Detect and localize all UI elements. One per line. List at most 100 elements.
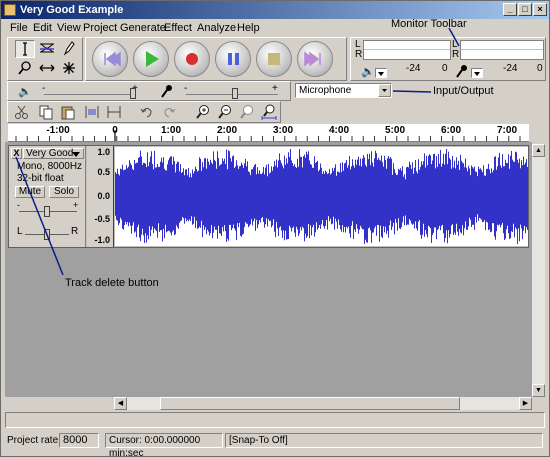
zoom-out-icon[interactable] bbox=[216, 103, 234, 121]
amplitude-ruler: 1.0 0.5 0.0 -0.5 -1.0 bbox=[87, 146, 114, 247]
chevron-down-icon[interactable] bbox=[378, 84, 391, 97]
solo-button[interactable]: Solo bbox=[49, 186, 79, 198]
horizontal-scroll-thumb[interactable] bbox=[160, 397, 460, 410]
skip-start-button[interactable] bbox=[92, 41, 128, 77]
silence-icon[interactable] bbox=[105, 103, 123, 121]
timeline-label: 7:00 bbox=[496, 125, 518, 136]
timeline-label: 4:00 bbox=[328, 125, 350, 136]
snap-status: [Snap-To Off] bbox=[225, 433, 543, 448]
maximize-button[interactable]: □ bbox=[518, 3, 532, 16]
mixer-toolbar: 🔈 - + - + bbox=[7, 81, 291, 101]
menu-edit[interactable]: Edit bbox=[33, 22, 52, 34]
project-rate-input[interactable]: 8000 bbox=[59, 433, 99, 448]
track-bit-depth: 32-bit float bbox=[17, 173, 64, 184]
cut-icon[interactable] bbox=[13, 103, 31, 121]
app-window: Very Good Example _ □ × File Edit View P… bbox=[0, 0, 550, 457]
tools-toolbar bbox=[7, 37, 83, 81]
envelope-tool-icon[interactable] bbox=[37, 40, 57, 58]
menu-generate[interactable]: Generate bbox=[120, 22, 166, 34]
close-button[interactable]: × bbox=[533, 3, 547, 16]
timeshift-tool-icon[interactable] bbox=[37, 60, 57, 78]
input-output-annotation: Input/Output bbox=[433, 85, 494, 97]
output-volume-slider[interactable] bbox=[44, 94, 136, 95]
menu-view[interactable]: View bbox=[57, 22, 81, 34]
input-volume-plus: + bbox=[272, 83, 278, 94]
menu-analyze[interactable]: Analyze bbox=[197, 22, 236, 34]
input-source-select[interactable]: Microphone bbox=[295, 83, 392, 98]
draw-tool-icon[interactable] bbox=[59, 40, 79, 58]
timeline-label: 6:00 bbox=[440, 125, 462, 136]
selection-tool-icon[interactable] bbox=[15, 40, 35, 58]
speaker-icon: 🔈 bbox=[361, 66, 375, 78]
pan-right-label: R bbox=[71, 226, 79, 237]
input-volume-minus: - bbox=[184, 83, 188, 94]
mute-button[interactable]: Mute bbox=[15, 186, 45, 198]
timeline-label: 2:00 bbox=[216, 125, 238, 136]
fit-selection-icon[interactable] bbox=[238, 103, 256, 121]
timeline-ruler[interactable]: -1:00 0 1:00 2:00 3:00 4:00 5:00 6:00 7:… bbox=[8, 124, 529, 142]
amplitude-label: 1.0 bbox=[97, 147, 110, 157]
timeline-label: 0 bbox=[112, 125, 118, 136]
output-volume-thumb[interactable] bbox=[130, 88, 136, 99]
menu-help[interactable]: Help bbox=[237, 22, 260, 34]
menu-project[interactable]: Project bbox=[83, 22, 117, 34]
audio-track[interactable]: X Very Good Mono, 8000Hz 32-bit float Mu… bbox=[8, 145, 529, 248]
paste-icon[interactable] bbox=[59, 103, 77, 121]
pause-button[interactable] bbox=[215, 41, 251, 77]
selection-bar bbox=[5, 412, 545, 428]
zoom-tool-icon[interactable] bbox=[15, 60, 35, 78]
gain-minus-label: - bbox=[17, 200, 20, 210]
output-volume-minus: - bbox=[42, 83, 46, 94]
track-info-panel[interactable]: X Very Good Mono, 8000Hz 32-bit float Mu… bbox=[9, 146, 86, 247]
zoom-in-icon[interactable] bbox=[194, 103, 212, 121]
input-meter-dropdown-icon[interactable] bbox=[471, 68, 483, 78]
input-scale-left: -24 bbox=[503, 63, 518, 74]
skip-end-button[interactable] bbox=[297, 41, 333, 77]
timeline-label: -1:00 bbox=[46, 125, 70, 136]
minimize-button[interactable]: _ bbox=[503, 3, 517, 16]
cursor-position: Cursor: 0:00.000000 min:sec bbox=[105, 433, 223, 456]
scroll-left-icon[interactable]: ◀ bbox=[114, 397, 127, 410]
input-volume-mic-icon bbox=[160, 84, 174, 101]
play-button[interactable] bbox=[133, 41, 169, 77]
menu-file[interactable]: File bbox=[10, 22, 28, 34]
output-scale-left: -24 bbox=[406, 63, 421, 74]
track-name: Very Good bbox=[26, 148, 74, 159]
input-volume-thumb[interactable] bbox=[232, 88, 238, 99]
copy-icon[interactable] bbox=[37, 103, 55, 121]
output-level-meter[interactable] bbox=[363, 40, 451, 60]
scroll-right-icon[interactable]: ▶ bbox=[519, 397, 532, 410]
edit-toolbar bbox=[7, 101, 281, 123]
scroll-down-icon[interactable]: ▼ bbox=[532, 384, 545, 397]
gain-slider-thumb[interactable] bbox=[44, 206, 50, 217]
fit-project-icon[interactable] bbox=[260, 103, 278, 121]
scroll-up-icon[interactable]: ▲ bbox=[532, 144, 545, 157]
track-delete-button[interactable]: X bbox=[11, 148, 22, 159]
redo-icon[interactable] bbox=[160, 103, 178, 121]
record-button[interactable] bbox=[174, 41, 210, 77]
waveform-display[interactable] bbox=[115, 147, 528, 246]
undo-icon[interactable] bbox=[138, 103, 156, 121]
menu-effect[interactable]: Effect bbox=[164, 22, 192, 34]
pan-slider-thumb[interactable] bbox=[44, 229, 50, 240]
horizontal-scrollbar[interactable]: ◀ ▶ bbox=[114, 397, 532, 410]
monitor-toolbar-annotation: Monitor Toolbar bbox=[391, 18, 467, 30]
input-meter-right-label: R bbox=[452, 49, 460, 60]
trim-icon[interactable] bbox=[83, 103, 101, 121]
stop-button[interactable] bbox=[256, 41, 292, 77]
vertical-scrollbar[interactable]: ▲ ▼ bbox=[532, 144, 545, 397]
title-bar[interactable]: Very Good Example _ □ × bbox=[1, 1, 549, 19]
app-icon bbox=[4, 4, 16, 16]
track-delete-annotation: Track delete button bbox=[65, 277, 159, 289]
window-title: Very Good Example bbox=[20, 4, 124, 16]
output-scale-right: 0 bbox=[442, 63, 448, 74]
multi-tool-icon[interactable] bbox=[59, 60, 79, 78]
amplitude-label: 0.0 bbox=[97, 191, 110, 201]
waveform bbox=[115, 149, 528, 244]
output-meter-dropdown-icon[interactable] bbox=[375, 68, 387, 78]
track-name-menu[interactable]: Very Good bbox=[23, 148, 84, 159]
project-rate-label: Project rate: bbox=[7, 435, 61, 446]
input-level-meter[interactable] bbox=[460, 40, 544, 60]
volume-speaker-icon: 🔈 bbox=[18, 86, 32, 98]
input-source-value: Microphone bbox=[299, 85, 352, 96]
